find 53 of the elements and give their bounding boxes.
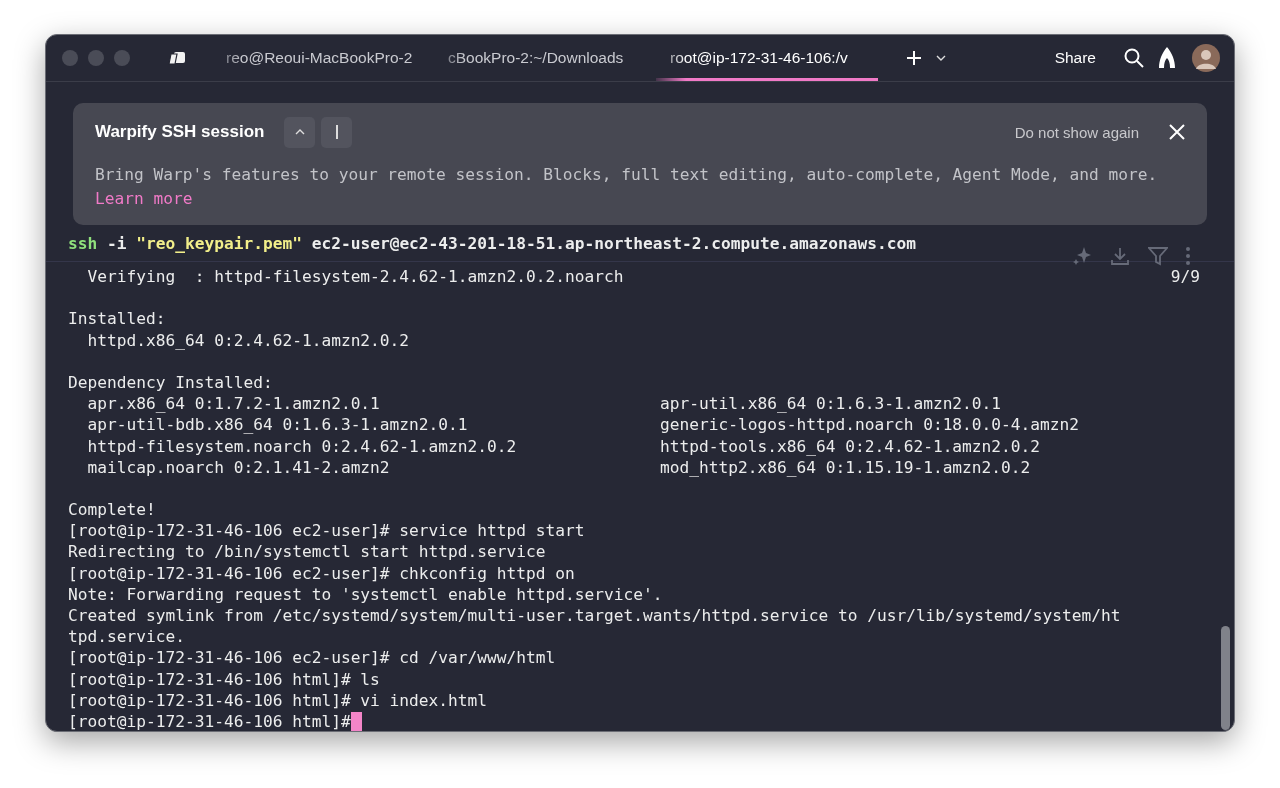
package-entry: apr-util.x86_64 0:1.6.3-1.amzn2.0.1 [660,393,1002,415]
close-icon[interactable] [1169,124,1185,140]
output-line: Verifying : httpd-filesystem-2.4.62-1.amzn2.0.2.noarch [86,266,624,288]
package-entry: apr.x86_64 0:1.7.2-1.amzn2.0.1 [86,393,381,415]
new-tab-icon[interactable] [906,50,922,66]
terminal-tab[interactable]: reo@Reoui-MacBookPro-2 [212,38,434,81]
output-line: [root@ip-172-31-46-106 ec2-user]# service httpd start [68,520,585,542]
output-line: [root@ip-172-31-46-106 ec2-user]# cd /var/www/html [68,647,556,669]
chevron-down-icon[interactable] [936,55,946,61]
output-line: [root@ip-172-31-46-106 html]# ls [68,668,380,690]
scrollbar-thumb[interactable] [1221,626,1230,731]
output-line: Note: Forwarding request to 'systemctl enable httpd.service'. [68,583,663,605]
previous-button[interactable] [284,116,316,148]
output-line: httpd.x86_64 0:2.4.62-1.amzn2.0.2 [86,329,410,351]
ssh-command: ssh -i "reo_keypair.pem" ec2-user@ec2-43-201-18-51.ap-northeast-2.compute.amazonaws.com [68,233,917,255]
close-window-button[interactable] [62,50,78,66]
filter-icon[interactable] [1148,246,1168,266]
banner-message: Bring Warp's features to your remote session. Blocks, full text editing, auto-complete, Agent Mode, and more. Learn more [95,164,1159,210]
progress-counter: 9/9 [1170,266,1200,288]
avatar[interactable] [1192,44,1220,72]
package-entry: mailcap.noarch 0:2.1.41-2.amzn2 [86,456,391,478]
output-line: Complete! [68,499,156,521]
agent-icon[interactable] [1158,47,1176,69]
package-entry: httpd-filesystem.noarch 0:2.4.62-1.amzn2.0.2 [86,435,518,457]
output-line: Installed: [68,308,166,330]
prompt: [root@ip-172-31-46-106 html]# [68,710,351,731]
package-entry: generic-logos-httpd.noarch 0:18.0.0-4.amzn2 [660,414,1080,436]
download-icon[interactable] [1110,246,1130,266]
package-entry: apr-util-bdb.x86_64 0:1.6.3-1.amzn2.0.1 [86,414,469,436]
output-line: Created symlink from /etc/systemd/system/multi-user.target.wants/httpd.service to /usr/lib/systemd/system/ht [68,605,1121,627]
cursor-button[interactable] [321,116,353,148]
share-button[interactable]: Share [1046,45,1104,71]
output-line: [root@ip-172-31-46-106 ec2-user]# chkconfig httpd on [68,562,575,584]
text-cursor-icon [335,125,338,139]
package-entry: httpd-tools.x86_64 0:2.4.62-1.amzn2.0.2 [660,435,1041,457]
more-icon[interactable] [1186,247,1190,265]
panes-icon[interactable] [168,51,186,65]
learn-more-link[interactable]: Learn more [95,189,193,208]
search-icon[interactable] [1124,48,1144,68]
output-line: Redirecting to /bin/systemctl start httpd.service [68,541,546,563]
chevron-up-icon [294,129,305,135]
minimize-window-button[interactable] [88,50,104,66]
output-line: tpd.service. [68,626,185,648]
do-not-show-again-link[interactable]: Do not show again [1014,123,1139,141]
output-line: Dependency Installed: [68,371,273,394]
package-entry: mod_http2.x86_64 0:1.15.19-1.amzn2.0.2 [660,456,1031,478]
zoom-window-button[interactable] [114,50,130,66]
terminal-tab[interactable]: root@ip-172-31-46-106:/v [656,38,878,81]
output-line: [root@ip-172-31-46-106 html]# vi index.html [68,689,488,711]
terminal-tab[interactable]: cBookPro-2:~/Downloads [434,38,656,81]
text-cursor [350,712,362,731]
banner-title: Warpify SSH session [95,122,265,142]
sparkle-icon[interactable] [1072,246,1092,266]
